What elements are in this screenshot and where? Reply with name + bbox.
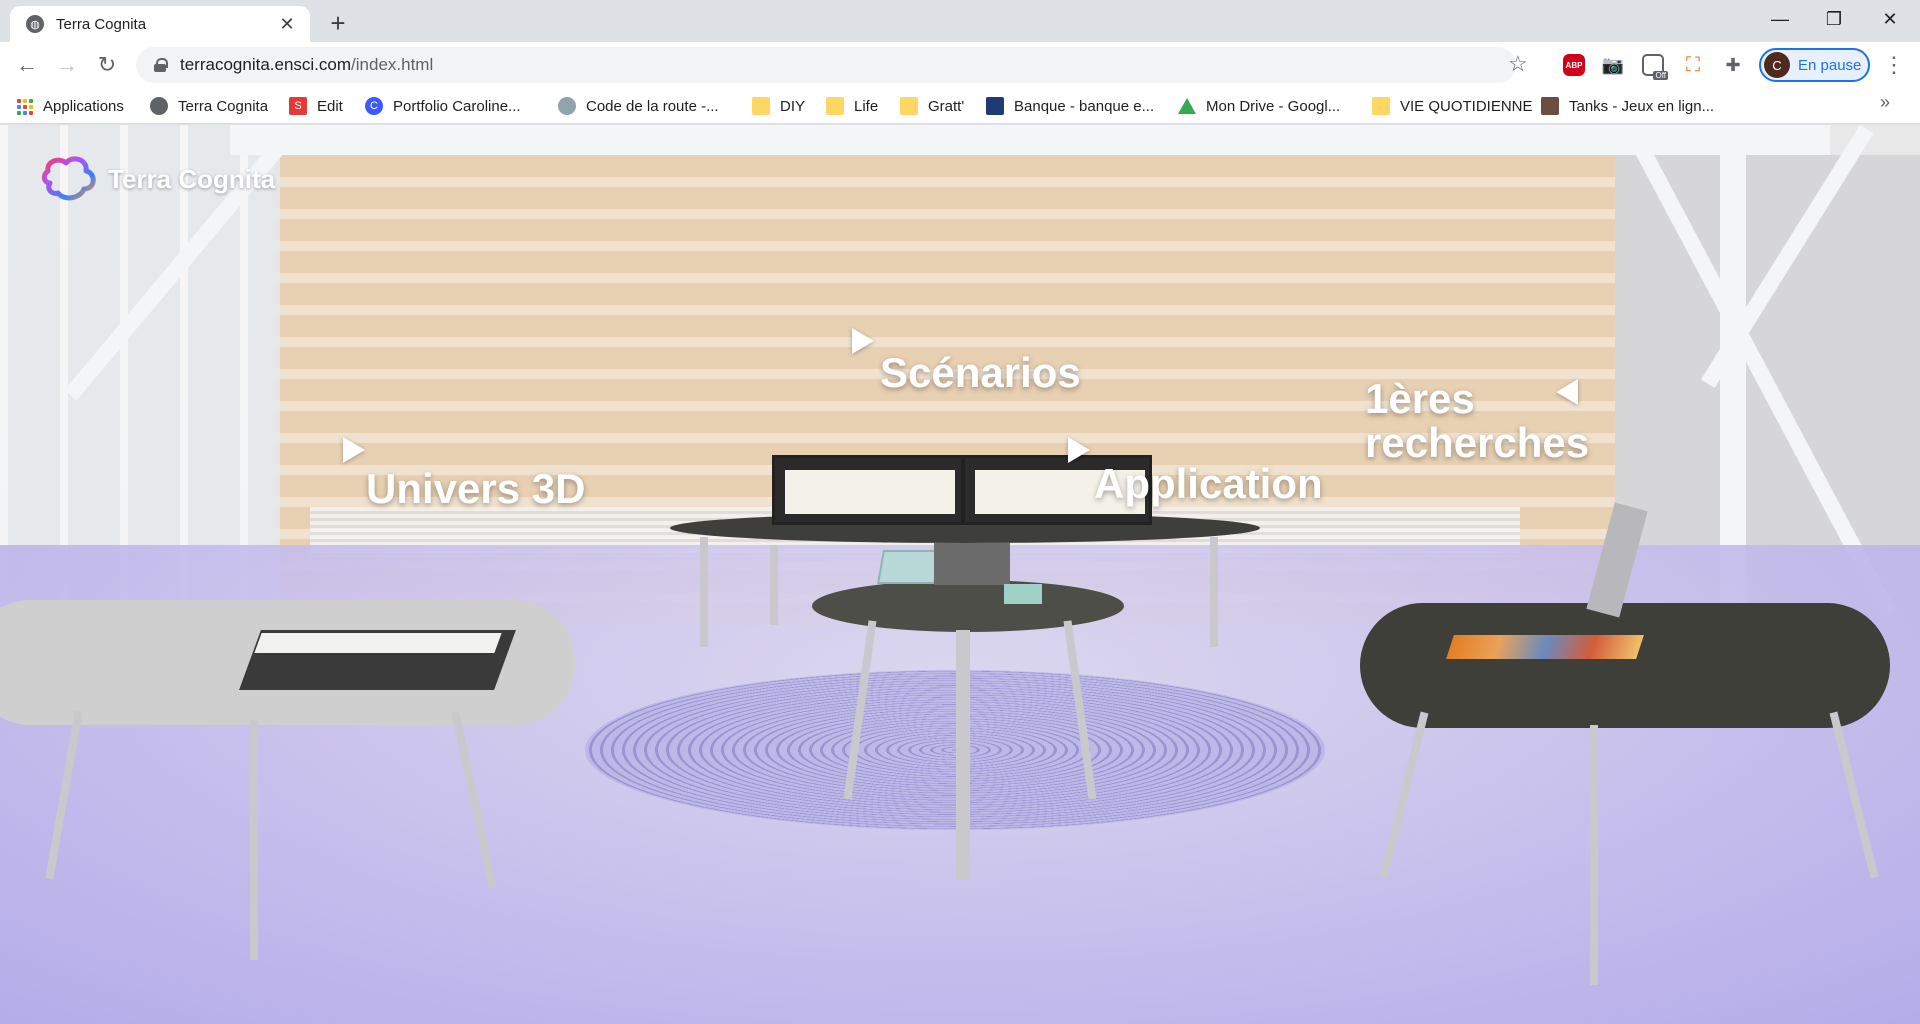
- bookmark-gratt[interactable]: Gratt': [900, 94, 964, 118]
- folder-icon: [826, 97, 844, 115]
- hotspot-scenarios[interactable]: Scénarios: [880, 349, 1081, 396]
- terra-cognita-scene: Terra Cognita Scénarios Univers 3D Appli…: [0, 125, 1920, 1024]
- globe-icon: [150, 97, 168, 115]
- folder-icon: [900, 97, 918, 115]
- reload-button[interactable]: ↻: [91, 49, 123, 81]
- s-icon: S: [289, 97, 307, 115]
- play-arrow-icon[interactable]: [343, 437, 365, 463]
- globe-icon: ◍: [26, 15, 44, 33]
- drive-icon: [1178, 98, 1196, 114]
- bookmark-label: Mon Drive - Googl...: [1206, 97, 1341, 115]
- camera-extension-button[interactable]: 📷: [1600, 52, 1626, 78]
- bookmark-code-route[interactable]: Code de la route -...: [558, 94, 719, 118]
- logo-mark-icon: [40, 153, 100, 205]
- new-tab-button[interactable]: +: [324, 9, 352, 37]
- bookmark-label: Edit: [317, 97, 343, 115]
- hotspot-label-application: Application: [1094, 460, 1323, 507]
- minimize-button[interactable]: —: [1752, 0, 1808, 38]
- bookmark-label: Gratt': [928, 97, 965, 115]
- play-arrow-icon[interactable]: [852, 328, 874, 354]
- address-bar[interactable]: terracognita.ensci.com/index.html: [136, 47, 1516, 83]
- back-button[interactable]: ←: [11, 49, 43, 81]
- bookmark-banque[interactable]: Banque - banque e...: [986, 94, 1154, 118]
- bookmark-label: Portfolio Caroline...: [393, 97, 521, 115]
- extension-off-button[interactable]: Off: [1640, 52, 1668, 80]
- adblock-extension-button[interactable]: ABP: [1561, 52, 1587, 78]
- bookmark-applications[interactable]: Applications: [17, 94, 124, 118]
- apps-grid-icon: [17, 98, 33, 115]
- bookmark-label: Tanks - Jeux en lign...: [1569, 97, 1715, 115]
- folder-icon: [1372, 97, 1390, 115]
- ceiling-beam: [230, 125, 1830, 155]
- bookmark-label: DIY: [780, 97, 806, 115]
- bookmarks-bar: Applications Terra Cognita S Edit C Port…: [0, 88, 1920, 124]
- profile-status: En pause: [1798, 56, 1862, 74]
- bookmark-label: Applications: [43, 97, 124, 115]
- bookmark-label: Terra Cognita: [178, 97, 269, 115]
- extensions-button[interactable]: ✚: [1720, 52, 1746, 78]
- bookmark-label: Code de la route -...: [586, 97, 719, 115]
- tab-strip: ◍ Terra Cognita ✕ + — ❐ ✕: [0, 0, 1920, 42]
- logo-title: Terra Cognita: [108, 163, 276, 194]
- tab-title: Terra Cognita: [56, 15, 147, 33]
- right-table: [1360, 603, 1890, 728]
- bookmark-label: Life: [854, 97, 879, 115]
- display-screen: [772, 455, 964, 525]
- bookmark-tanks[interactable]: Tanks - Jeux en lign...: [1541, 94, 1714, 118]
- hotspot-univers-3d[interactable]: Univers 3D: [366, 465, 586, 512]
- adblock-icon: ABP: [1563, 54, 1585, 76]
- bookmark-edit[interactable]: S Edit: [289, 94, 343, 118]
- bookmark-star-icon[interactable]: ☆: [1508, 51, 1528, 77]
- crop-extension-button[interactable]: ⛶: [1680, 52, 1706, 78]
- bank-icon: [986, 97, 1004, 115]
- forward-button[interactable]: →: [51, 49, 83, 81]
- bookmark-vie-quotidienne[interactable]: VIE QUOTIDIENNE: [1372, 94, 1533, 118]
- more-bookmarks-chevron-icon[interactable]: »: [1880, 92, 1890, 113]
- terra-cognita-logo[interactable]: Terra Cognita: [40, 153, 275, 205]
- bookmark-terra-cognita[interactable]: Terra Cognita: [150, 94, 268, 118]
- url-path: /index.html: [351, 55, 434, 74]
- bookmark-mon-drive[interactable]: Mon Drive - Googl...: [1178, 94, 1340, 118]
- photo-cards: [1446, 635, 1644, 659]
- close-tab-icon[interactable]: ✕: [276, 13, 298, 35]
- hotspot-label-scenarios: Scénarios: [880, 349, 1081, 396]
- hotspot-label-recherches-line2: recherches: [1365, 419, 1590, 467]
- car-icon: [558, 97, 576, 115]
- url-host: terracognita.ensci.com: [180, 55, 352, 74]
- bookmark-label: VIE QUOTIDIENNE: [1400, 97, 1533, 115]
- lock-icon[interactable]: [154, 58, 168, 72]
- browser-toolbar: ← → ↻ terracognita.ensci.com/index.html …: [0, 42, 1920, 88]
- restore-button[interactable]: ❐: [1806, 0, 1862, 38]
- camera-icon: 📷: [1601, 54, 1625, 75]
- profile-button[interactable]: C En pause: [1759, 48, 1870, 82]
- puzzle-icon: ✚: [1725, 54, 1741, 75]
- bookmark-life[interactable]: Life: [826, 94, 878, 118]
- avatar: C: [1764, 52, 1790, 78]
- laptop: [934, 543, 1010, 585]
- crop-icon: ⛶: [1686, 53, 1700, 76]
- hotspot-label-univers-3d: Univers 3D: [366, 465, 586, 512]
- close-window-button[interactable]: ✕: [1862, 0, 1918, 38]
- kebab-menu-icon[interactable]: ⋮: [1880, 51, 1908, 79]
- center-round-table: [812, 580, 1124, 632]
- tablet: [877, 550, 941, 584]
- bookmark-label: Banque - banque e...: [1014, 97, 1155, 115]
- folder-icon: [752, 97, 770, 115]
- bookmark-portfolio[interactable]: C Portfolio Caroline...: [365, 94, 521, 118]
- tanks-icon: [1541, 97, 1559, 115]
- hotspot-application[interactable]: Application: [1094, 460, 1323, 507]
- tab-terra-cognita[interactable]: ◍ Terra Cognita ✕: [10, 6, 310, 42]
- play-arrow-icon[interactable]: [1068, 437, 1090, 463]
- extension-off-icon: Off: [1642, 54, 1668, 80]
- c-icon: C: [365, 97, 383, 115]
- bookmark-diy[interactable]: DIY: [752, 94, 805, 118]
- tablet-small: [1004, 584, 1042, 604]
- off-badge: Off: [1653, 71, 1668, 80]
- water-ripple: [585, 670, 1325, 830]
- play-arrow-left-icon[interactable]: [1556, 379, 1578, 405]
